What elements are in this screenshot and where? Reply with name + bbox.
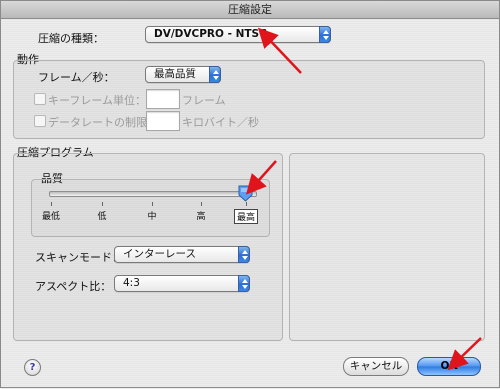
slider-thumb-icon[interactable]: [238, 185, 253, 202]
datarate-checkbox[interactable]: [34, 115, 46, 127]
ok-button[interactable]: OK: [417, 357, 481, 376]
aspect-ratio-popup[interactable]: 4:3: [114, 275, 250, 292]
quality-tick-label-selected: 最高: [233, 209, 259, 224]
quality-slider-track[interactable]: [49, 191, 257, 197]
help-icon[interactable]: ?: [24, 359, 41, 376]
datarate-input[interactable]: [146, 111, 180, 131]
compression-type-label: 圧縮の種類：: [38, 32, 104, 45]
fps-label: フレーム／秒：: [38, 71, 115, 84]
compression-type-popup[interactable]: DV/DVCPRO - NTSC: [145, 26, 331, 43]
fps-popup[interactable]: 最高品質: [145, 66, 221, 83]
popup-arrows-icon: [238, 275, 250, 292]
quality-tick: [246, 202, 247, 206]
quality-tick: [51, 202, 52, 206]
quality-tick-label: 低: [97, 212, 107, 222]
aspect-ratio-label: アスペクト比：: [35, 280, 112, 293]
quality-tick-label: 高: [196, 212, 206, 222]
scan-mode-popup[interactable]: インターレース: [114, 246, 250, 263]
keyframe-input[interactable]: [146, 89, 180, 109]
compression-type-value: DV/DVCPRO - NTSC: [154, 28, 267, 40]
popup-arrows-icon: [209, 66, 221, 83]
compression-settings-window: 圧縮設定 圧縮の種類： DV/DVCPRO - NTSC 動作 フレーム／秒： …: [0, 0, 500, 388]
scan-mode-label: スキャンモード：: [35, 251, 123, 264]
scan-mode-value: インターレース: [123, 248, 196, 260]
keyframe-unit: フレーム: [182, 94, 226, 107]
aspect-ratio-value: 4:3: [123, 277, 140, 289]
keyframe-label: キーフレーム単位：: [48, 94, 147, 107]
quality-tick: [152, 202, 153, 206]
keyframe-checkbox[interactable]: [34, 93, 46, 105]
quality-group: [31, 179, 270, 237]
quality-tick: [102, 202, 103, 206]
datarate-unit: キロバイト／秒: [182, 116, 259, 129]
preview-panel: [289, 153, 485, 341]
window-title: 圧縮設定: [1, 1, 499, 19]
cancel-button[interactable]: キャンセル: [343, 357, 409, 376]
fps-value: 最高品質: [154, 68, 196, 80]
popup-arrows-icon: [319, 26, 331, 43]
popup-arrows-icon: [238, 246, 250, 263]
quality-tick-label: 最低: [41, 212, 61, 222]
datarate-label: データレートの制限：: [48, 116, 158, 129]
quality-tick: [201, 202, 202, 206]
quality-tick-label: 中: [147, 212, 157, 222]
